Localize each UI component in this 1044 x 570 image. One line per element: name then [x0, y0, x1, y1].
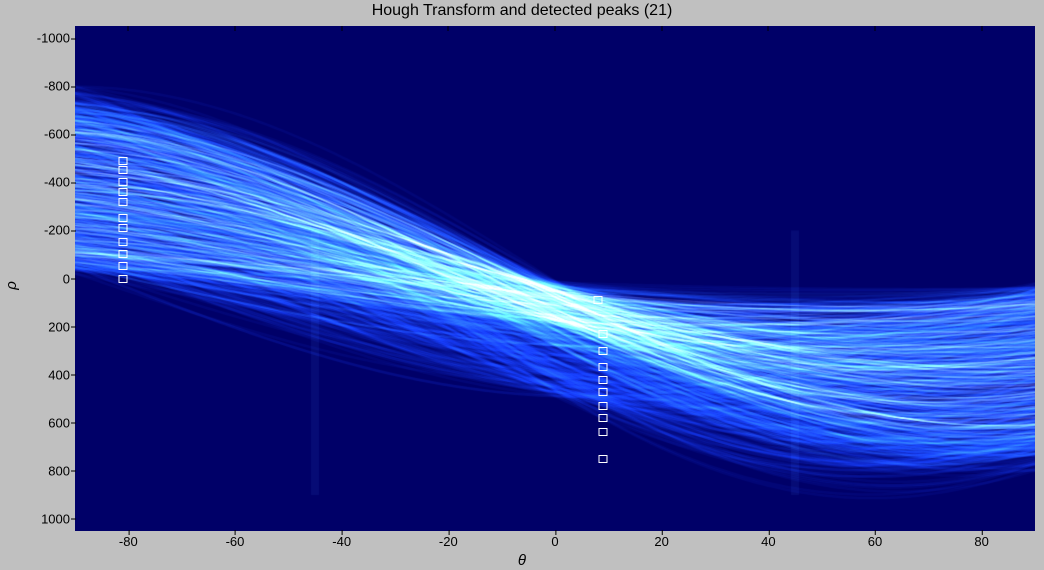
- y-tick-label: -1000: [0, 31, 70, 46]
- top-tick-mark: [875, 26, 876, 31]
- x-tick-label: -80: [119, 534, 138, 549]
- detected-peak-marker: [119, 238, 128, 246]
- detected-peak-marker: [119, 166, 128, 174]
- x-tick-label: 80: [974, 534, 988, 549]
- detected-peak-marker: [599, 402, 608, 410]
- top-tick-mark: [341, 26, 342, 31]
- y-tick-label: -600: [0, 127, 70, 142]
- x-tick-label: 60: [868, 534, 882, 549]
- x-tick-label: -60: [226, 534, 245, 549]
- y-tick-label: -400: [0, 175, 70, 190]
- y-tick-label: 600: [0, 415, 70, 430]
- y-tick-label: 1000: [0, 511, 70, 526]
- top-tick-mark: [555, 26, 556, 31]
- top-tick-mark: [661, 26, 662, 31]
- detected-peak-marker: [599, 428, 608, 436]
- detected-peak-marker: [599, 347, 608, 355]
- detected-peak-marker: [599, 330, 608, 338]
- detected-peak-marker: [599, 363, 608, 371]
- detected-peak-marker: [119, 224, 128, 232]
- figure-window: Hough Transform and detected peaks (21) …: [0, 0, 1044, 570]
- x-tick-label: -20: [439, 534, 458, 549]
- y-tick-label: -800: [0, 79, 70, 94]
- detected-peak-marker: [599, 376, 608, 384]
- detected-peak-marker: [593, 296, 602, 304]
- detected-peak-marker: [119, 250, 128, 258]
- detected-peak-marker: [599, 388, 608, 396]
- detected-peak-marker: [119, 198, 128, 206]
- top-tick-mark: [981, 26, 982, 31]
- detected-peak-marker: [599, 414, 608, 422]
- detected-peak-marker: [119, 157, 128, 165]
- top-tick-mark: [768, 26, 769, 31]
- x-tick-label: 20: [654, 534, 668, 549]
- detected-peak-marker: [119, 214, 128, 222]
- chart-title: Hough Transform and detected peaks (21): [0, 2, 1044, 20]
- axes-area[interactable]: [75, 26, 1035, 531]
- detected-peak-marker: [119, 275, 128, 283]
- hough-accumulator-image: [75, 26, 1035, 531]
- y-tick-label: -200: [0, 223, 70, 238]
- x-tick-label: 40: [761, 534, 775, 549]
- top-tick-mark: [235, 26, 236, 31]
- y-tick-label: 0: [0, 271, 70, 286]
- top-tick-mark: [448, 26, 449, 31]
- detected-peak-marker: [119, 262, 128, 270]
- y-tick-label: 400: [0, 367, 70, 382]
- y-tick-label: 800: [0, 463, 70, 478]
- x-tick-label: -40: [332, 534, 351, 549]
- detected-peak-marker: [119, 188, 128, 196]
- top-tick-mark: [128, 26, 129, 31]
- x-axis-label: θ: [0, 552, 1044, 569]
- detected-peak-marker: [119, 178, 128, 186]
- detected-peak-marker: [599, 455, 608, 463]
- y-tick-label: 200: [0, 319, 70, 334]
- x-tick-label: 0: [551, 534, 558, 549]
